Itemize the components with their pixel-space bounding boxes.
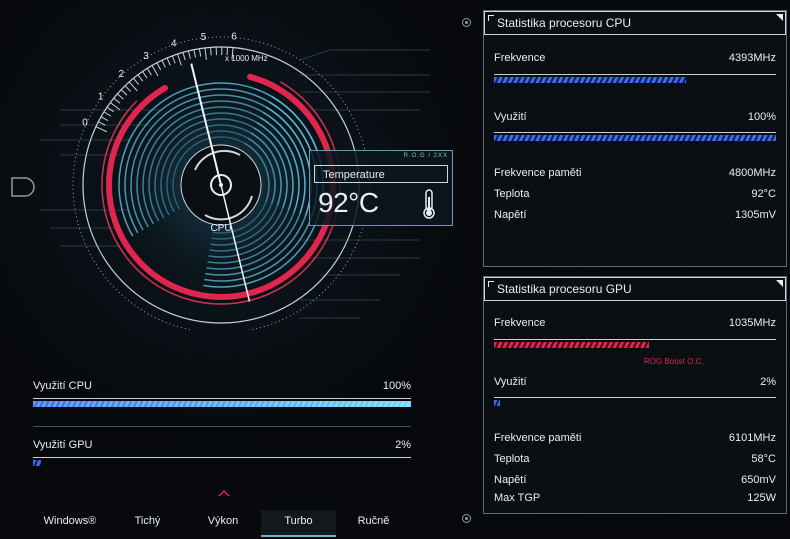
tab-turbo[interactable]: Turbo [261, 510, 336, 537]
gpu-usage-value: 2% [395, 439, 411, 451]
gpu-mem-label: Frekvence paměti [494, 432, 582, 444]
rog-boost-label: ROG Boost O.C. [644, 357, 704, 366]
gpu-tgp-value: 125W [747, 492, 776, 504]
gpu-usage-row-fill [494, 400, 500, 406]
tab-windows[interactable]: Windows® [30, 510, 110, 535]
gauge-tick [210, 47, 212, 56]
gpu-freq-fill [494, 342, 650, 348]
cpu-usage-bar [33, 398, 411, 407]
gauge-tick-label: 2 [118, 69, 124, 80]
cpu-usage-value: 100% [382, 380, 411, 392]
cpu-freq-fill [494, 77, 686, 83]
gpu-usage-label: Využití GPU [33, 439, 93, 451]
gauge-tick-label: 4 [171, 39, 177, 50]
gauge-tick [193, 49, 196, 58]
gpu-stats-panel: Statistika procesoru GPU Frekvence 1035M… [483, 276, 787, 514]
gauge-unit: x 1000 MHz [225, 54, 268, 63]
cpu-panel-header: Statistika procesoru CPU [484, 11, 786, 35]
gauge-tick-label: 5 [201, 32, 207, 43]
gauge-tick [142, 71, 148, 79]
gpu-freq-value: 1035MHz [728, 317, 776, 329]
cpu-usage-row-label: Využití [494, 111, 527, 123]
divider [33, 426, 411, 427]
gauge-tick [100, 116, 109, 122]
cpu-usage-row-fill [494, 135, 776, 141]
cpu-usage-label: Využití CPU [33, 380, 92, 392]
gauge-tick-label: 6 [231, 32, 237, 43]
cpu-mem-value: 4800MHz [728, 167, 776, 179]
gauge-tick-label: 3 [143, 51, 149, 62]
gpu-usage-fill [33, 460, 41, 466]
tab-tichy[interactable]: Tichý [110, 510, 185, 535]
gauge-tick [120, 89, 128, 96]
cpu-panel-title: Statistika procesoru CPU [497, 16, 632, 30]
temperature-value: 92°C [318, 187, 379, 218]
gauge-tick [110, 102, 121, 111]
panel-anchor-icon [462, 514, 471, 523]
gauge-tick [171, 55, 176, 64]
left-pane: 0 1 2 3 4 5 6 x 1000 MHz CPU R.O.G / 2XX Tempe… [0, 0, 470, 539]
gpu-freq-bar [494, 339, 776, 348]
gauge-center-label: CPU [210, 223, 231, 234]
gauge-tick [137, 74, 144, 82]
gauge-tick [166, 57, 171, 66]
gpu-usage-bar [33, 457, 411, 466]
gpu-mem-value: 6101MHz [728, 432, 776, 444]
gpu-temp-label: Teplota [494, 453, 530, 465]
cpu-freq-bar [494, 74, 776, 83]
gpu-panel-header: Statistika procesoru GPU [484, 277, 786, 301]
cpu-stats-panel: Statistika procesoru CPU Frekvence 4393M… [483, 10, 787, 267]
gauge-tick [106, 106, 114, 113]
chevron-up-icon[interactable] [217, 487, 231, 497]
side-d-icon [11, 177, 35, 197]
cpu-freq-value: 4393MHz [728, 52, 776, 64]
gauge-tick [113, 97, 121, 104]
gpu-volt-value: 650mV [741, 474, 776, 486]
cpu-temp-value: 92°C [751, 188, 776, 200]
tab-vykon[interactable]: Výkon [185, 510, 261, 535]
cpu-usage-row-bar [494, 132, 776, 141]
gauge-tick [128, 81, 138, 92]
temperature-label: Temperature [314, 165, 448, 183]
gauge-tick [146, 68, 152, 76]
gpu-usage-row-bar [494, 397, 776, 406]
gauge-tick-label: 1 [98, 91, 104, 102]
gpu-usage-row-label: Využití [494, 376, 527, 388]
gauge-tick [187, 50, 191, 59]
gauge-tick [198, 48, 202, 57]
gauge-tick [133, 77, 139, 85]
gpu-temp-value: 58°C [751, 453, 776, 465]
cpu-temp-label: Teplota [494, 188, 530, 200]
temperature-tag: R.O.G / 2XX [403, 153, 448, 159]
gauge-tick [156, 62, 162, 71]
cpu-freq-label: Frekvence [494, 52, 546, 64]
thermometer-icon [423, 189, 435, 219]
gauge-tick [161, 60, 166, 68]
gpu-tgp-label: Max TGP [494, 492, 541, 504]
gauge-tick [124, 85, 132, 92]
gauge-tick-label: 0 [82, 118, 88, 129]
gpu-usage-row-value: 2% [760, 376, 776, 388]
cpu-volt-value: 1305mV [735, 209, 776, 221]
gauge-tick [103, 111, 112, 117]
mode-tabs: Windows® Tichý Výkon Turbo Ručně [30, 510, 430, 537]
tab-rucne[interactable]: Ručně [336, 510, 411, 535]
gpu-volt-label: Napětí [494, 474, 527, 486]
gpu-panel-title: Statistika procesoru GPU [497, 282, 632, 296]
gpu-freq-label: Frekvence [494, 317, 546, 329]
cpu-volt-label: Napětí [494, 209, 527, 221]
cpu-usage-fill [33, 401, 411, 407]
gauge-tick [182, 52, 186, 61]
gauge-tick [151, 65, 159, 77]
gauge-tick [117, 93, 124, 100]
gauge-tick [204, 47, 207, 60]
panel-anchor-icon [462, 18, 471, 27]
cpu-mem-label: Frekvence paměti [494, 167, 582, 179]
temperature-card: R.O.G / 2XX Temperature 92°C [309, 150, 453, 226]
gauge-tick [177, 53, 182, 66]
gauge-tick [95, 126, 108, 133]
cpu-usage-row-value: 100% [747, 111, 776, 123]
